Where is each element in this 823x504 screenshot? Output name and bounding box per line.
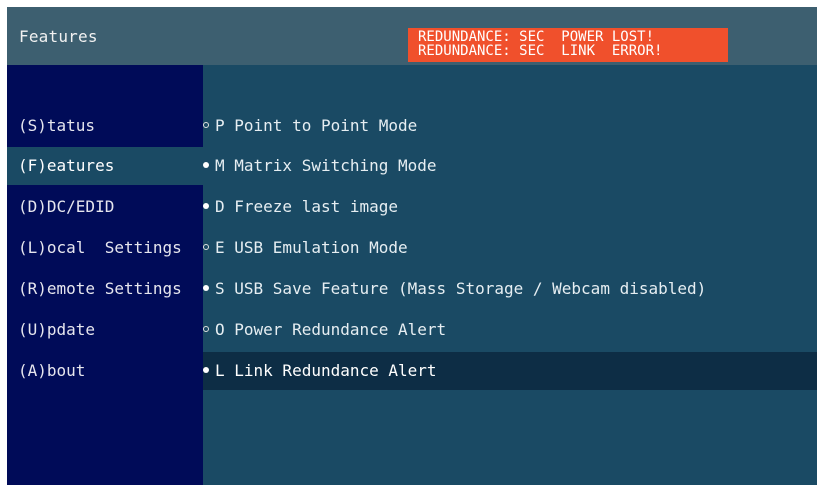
feature-matrix-switching[interactable]: M Matrix Switching Mode	[203, 147, 817, 185]
radio-off-icon	[203, 326, 209, 332]
page-title: Features	[19, 27, 98, 46]
feature-freeze-last-image[interactable]: D Freeze last image	[203, 188, 817, 226]
sidebar-item-status[interactable]: (S)tatus	[7, 107, 203, 145]
feature-point-to-point[interactable]: P Point to Point Mode	[203, 107, 817, 145]
feature-link-redundance-alert[interactable]: L Link Redundance Alert	[203, 352, 817, 390]
sidebar-item-about[interactable]: (A)bout	[7, 352, 203, 390]
radio-on-icon	[203, 162, 209, 168]
feature-usb-emulation[interactable]: E USB Emulation Mode	[203, 229, 817, 267]
radio-on-icon	[203, 367, 209, 373]
radio-on-icon	[203, 285, 209, 291]
feature-label: O Power Redundance Alert	[215, 320, 447, 339]
screen: Features REDUNDANCE: SEC POWER LOST! RED…	[7, 7, 817, 485]
sidebar-menu: (S)tatus (F)eatures (D)DC/EDID (L)ocal S…	[7, 65, 203, 485]
feature-label: L Link Redundance Alert	[215, 361, 437, 380]
feature-power-redundance-alert[interactable]: O Power Redundance Alert	[203, 311, 817, 349]
feature-label: S USB Save Feature (Mass Storage / Webca…	[215, 279, 707, 298]
sidebar-item-features[interactable]: (F)eatures	[7, 147, 203, 185]
header-bar: Features REDUNDANCE: SEC POWER LOST! RED…	[7, 7, 817, 65]
alert-banner: REDUNDANCE: SEC POWER LOST! REDUNDANCE: …	[408, 28, 728, 62]
feature-usb-save[interactable]: S USB Save Feature (Mass Storage / Webca…	[203, 270, 817, 308]
feature-label: P Point to Point Mode	[215, 116, 418, 135]
radio-off-icon	[203, 122, 209, 128]
feature-label: D Freeze last image	[215, 197, 399, 216]
features-list: P Point to Point Mode M Matrix Switching…	[203, 65, 817, 485]
sidebar-item-remote-settings[interactable]: (R)emote Settings	[7, 270, 203, 308]
sidebar-item-local-settings[interactable]: (L)ocal Settings	[7, 229, 203, 267]
alert-link-error: REDUNDANCE: SEC LINK ERROR!	[418, 43, 663, 59]
sidebar-item-ddc-edid[interactable]: (D)DC/EDID	[7, 188, 203, 226]
radio-off-icon	[203, 244, 209, 250]
radio-on-icon	[203, 203, 209, 209]
sidebar-item-update[interactable]: (U)pdate	[7, 311, 203, 349]
feature-label: M Matrix Switching Mode	[215, 156, 437, 175]
feature-label: E USB Emulation Mode	[215, 238, 408, 257]
